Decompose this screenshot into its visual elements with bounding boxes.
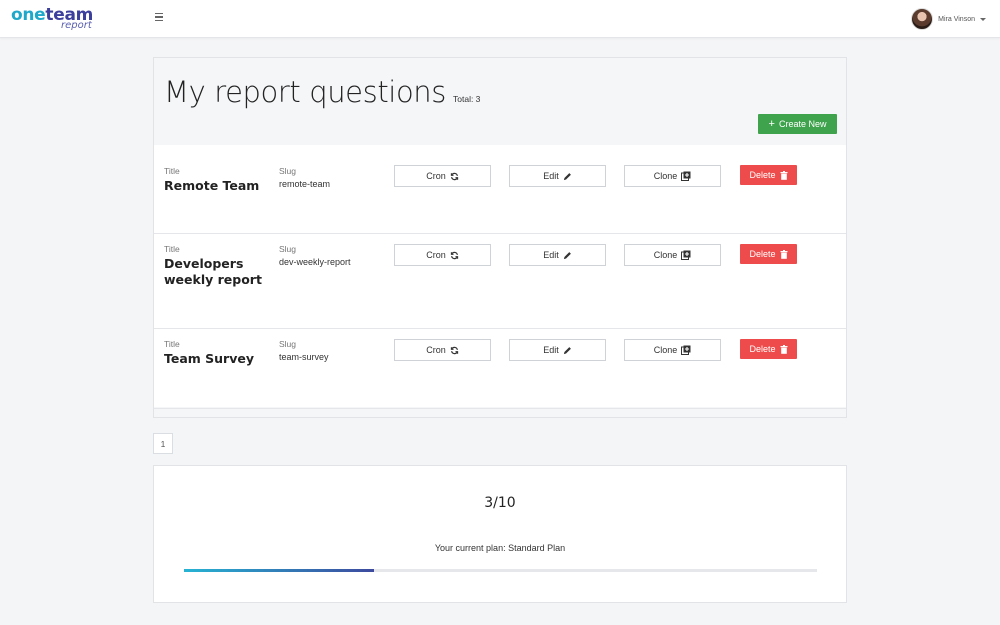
cron-button[interactable]: Cron (394, 339, 491, 361)
cron-label: Cron (426, 250, 446, 260)
pencil-icon (563, 251, 572, 260)
logo-one: one (11, 5, 46, 25)
refresh-icon (450, 346, 459, 355)
delete-button[interactable]: Delete (740, 165, 797, 185)
card-header: My report questions Total: 3 + Create Ne… (154, 58, 846, 145)
delete-label: Delete (749, 249, 776, 259)
refresh-icon (450, 251, 459, 260)
clone-label: Clone (653, 345, 678, 355)
list-item: Title Slug Developers weekly report dev-… (154, 234, 846, 329)
logo-subtitle: report (61, 20, 92, 31)
delete-button[interactable]: Delete (740, 339, 797, 359)
page-title: My report questions (164, 75, 446, 109)
edit-label: Edit (543, 171, 559, 181)
clone-plus-icon (681, 171, 691, 181)
current-plan-text: Your current plan: Standard Plan (434, 543, 566, 553)
total-count: Total: 3 (453, 94, 481, 104)
title-label: Title (164, 166, 180, 176)
delete-button[interactable]: Delete (740, 244, 797, 264)
cron-label: Cron (426, 345, 446, 355)
question-title: Remote Team (164, 178, 260, 193)
hamburger-icon[interactable] (155, 13, 165, 23)
trash-icon (780, 249, 788, 259)
create-new-label: Create New (778, 119, 827, 129)
clone-plus-icon (681, 345, 691, 355)
trash-icon (780, 344, 788, 354)
clone-plus-icon (681, 250, 691, 260)
caret-down-icon[interactable] (980, 17, 986, 21)
questions-list: Title Slug Remote Team remote-team Cron … (154, 145, 846, 409)
pagination-page-1[interactable]: 1 (153, 433, 173, 454)
question-slug: dev-weekly-report (279, 257, 351, 267)
question-slug: team-survey (279, 352, 329, 362)
question-slug: remote-team (279, 179, 331, 189)
clone-label: Clone (653, 171, 678, 181)
question-title: Team Survey (164, 351, 254, 366)
question-title: Developers weekly report (164, 256, 262, 287)
plan-usage-card: 3/10 Your current plan: Standard Plan (153, 465, 847, 603)
report-questions-card: My report questions Total: 3 + Create Ne… (153, 57, 847, 418)
create-new-button[interactable]: + Create New (758, 114, 837, 134)
plan-usage-progress-fill (184, 569, 374, 572)
user-menu[interactable]: Mira Vinson (911, 7, 986, 31)
oneteam-report-logo[interactable]: oneteam report (11, 5, 101, 33)
clone-label: Clone (653, 250, 678, 260)
clone-button[interactable]: Clone (624, 244, 721, 266)
delete-label: Delete (749, 170, 776, 180)
pencil-icon (563, 172, 572, 181)
edit-button[interactable]: Edit (509, 339, 606, 361)
cron-button[interactable]: Cron (394, 244, 491, 266)
plus-icon: + (768, 118, 775, 130)
plan-usage-count: 3/10 (484, 495, 516, 511)
delete-label: Delete (749, 344, 776, 354)
edit-button[interactable]: Edit (509, 165, 606, 187)
trash-icon (780, 170, 788, 180)
slug-label: Slug (279, 339, 297, 349)
clone-button[interactable]: Clone (624, 339, 721, 361)
refresh-icon (450, 172, 459, 181)
cron-button[interactable]: Cron (394, 165, 491, 187)
cron-label: Cron (426, 171, 446, 181)
list-item: Title Slug Remote Team remote-team Cron … (154, 145, 846, 234)
clone-button[interactable]: Clone (624, 165, 721, 187)
slug-label: Slug (279, 244, 297, 254)
edit-button[interactable]: Edit (509, 244, 606, 266)
edit-label: Edit (543, 250, 559, 260)
pencil-icon (563, 346, 572, 355)
user-name: Mira Vinson (938, 15, 975, 23)
title-label: Title (164, 244, 180, 254)
list-item: Title Slug Team Survey team-survey Cron … (154, 329, 846, 409)
top-navbar: oneteam report Mira Vinson (0, 0, 1000, 38)
title-label: Title (164, 339, 180, 349)
avatar[interactable] (911, 8, 934, 30)
slug-label: Slug (279, 166, 297, 176)
plan-usage-progress (184, 569, 817, 572)
edit-label: Edit (543, 345, 559, 355)
